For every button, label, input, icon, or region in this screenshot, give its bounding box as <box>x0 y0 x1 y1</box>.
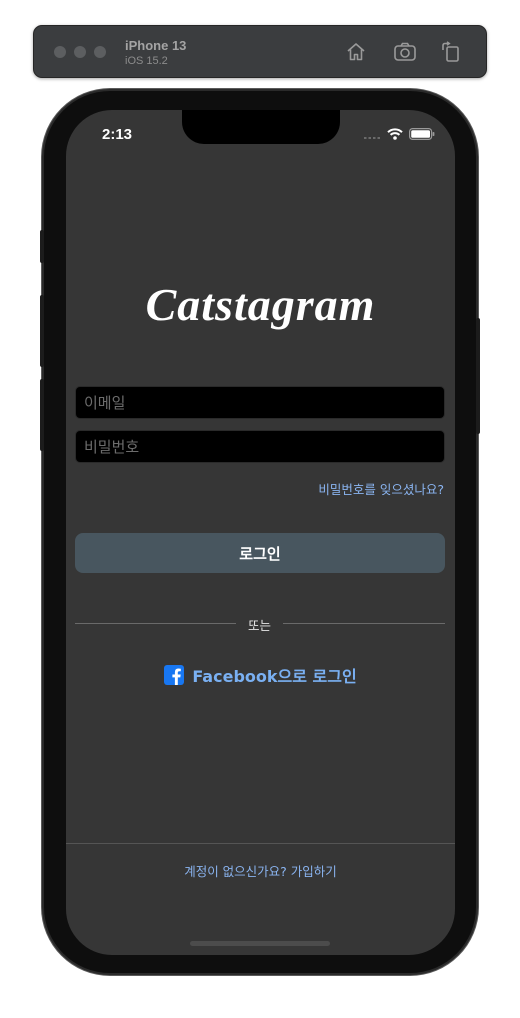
status-icons <box>364 128 435 140</box>
status-time: 2:13 <box>102 126 133 143</box>
rotate-icon <box>442 41 459 62</box>
volume-down-button <box>40 379 44 451</box>
home-icon <box>347 43 365 61</box>
wifi-icon <box>387 128 403 140</box>
cellular-icon <box>364 137 380 139</box>
simulator-toolbar: iPhone 13 iOS 15.2 <box>33 25 487 78</box>
facebook-login-label: Facebook으로 로그인 <box>192 667 357 686</box>
divider-right <box>283 623 445 624</box>
facebook-icon <box>164 665 185 685</box>
close-window-button[interactable] <box>54 46 66 58</box>
camera-icon <box>394 42 416 61</box>
divider-left <box>75 623 236 624</box>
password-input[interactable] <box>75 430 445 463</box>
silent-switch <box>40 230 44 263</box>
signup-link[interactable]: 계정이 없으신가요? 가입하기 <box>66 861 455 880</box>
battery-icon <box>409 128 435 140</box>
bottom-divider <box>66 843 455 844</box>
email-input[interactable] <box>75 386 445 419</box>
app-screen: 2:13 Catstagram 비밀번호를 잊으셨나요? 로그인 또는 <box>66 110 455 955</box>
zoom-window-button[interactable] <box>94 46 106 58</box>
or-divider-text: 또는 <box>247 618 271 633</box>
device-os-version: iOS 15.2 <box>125 55 168 67</box>
volume-up-button <box>40 295 44 367</box>
login-button[interactable]: 로그인 <box>75 533 445 573</box>
app-logo: Catstagram <box>145 279 376 330</box>
device-name: iPhone 13 <box>125 38 187 53</box>
notch <box>182 110 340 144</box>
power-button <box>476 318 480 434</box>
screenshot-button[interactable] <box>393 40 417 64</box>
forgot-password-link[interactable]: 비밀번호를 잊으셨나요? <box>318 479 444 498</box>
minimize-window-button[interactable] <box>74 46 86 58</box>
home-button[interactable] <box>344 40 368 64</box>
home-indicator[interactable] <box>190 941 330 946</box>
rotate-button[interactable] <box>439 40 463 64</box>
facebook-login-button[interactable]: Facebook으로 로그인 <box>66 663 455 687</box>
